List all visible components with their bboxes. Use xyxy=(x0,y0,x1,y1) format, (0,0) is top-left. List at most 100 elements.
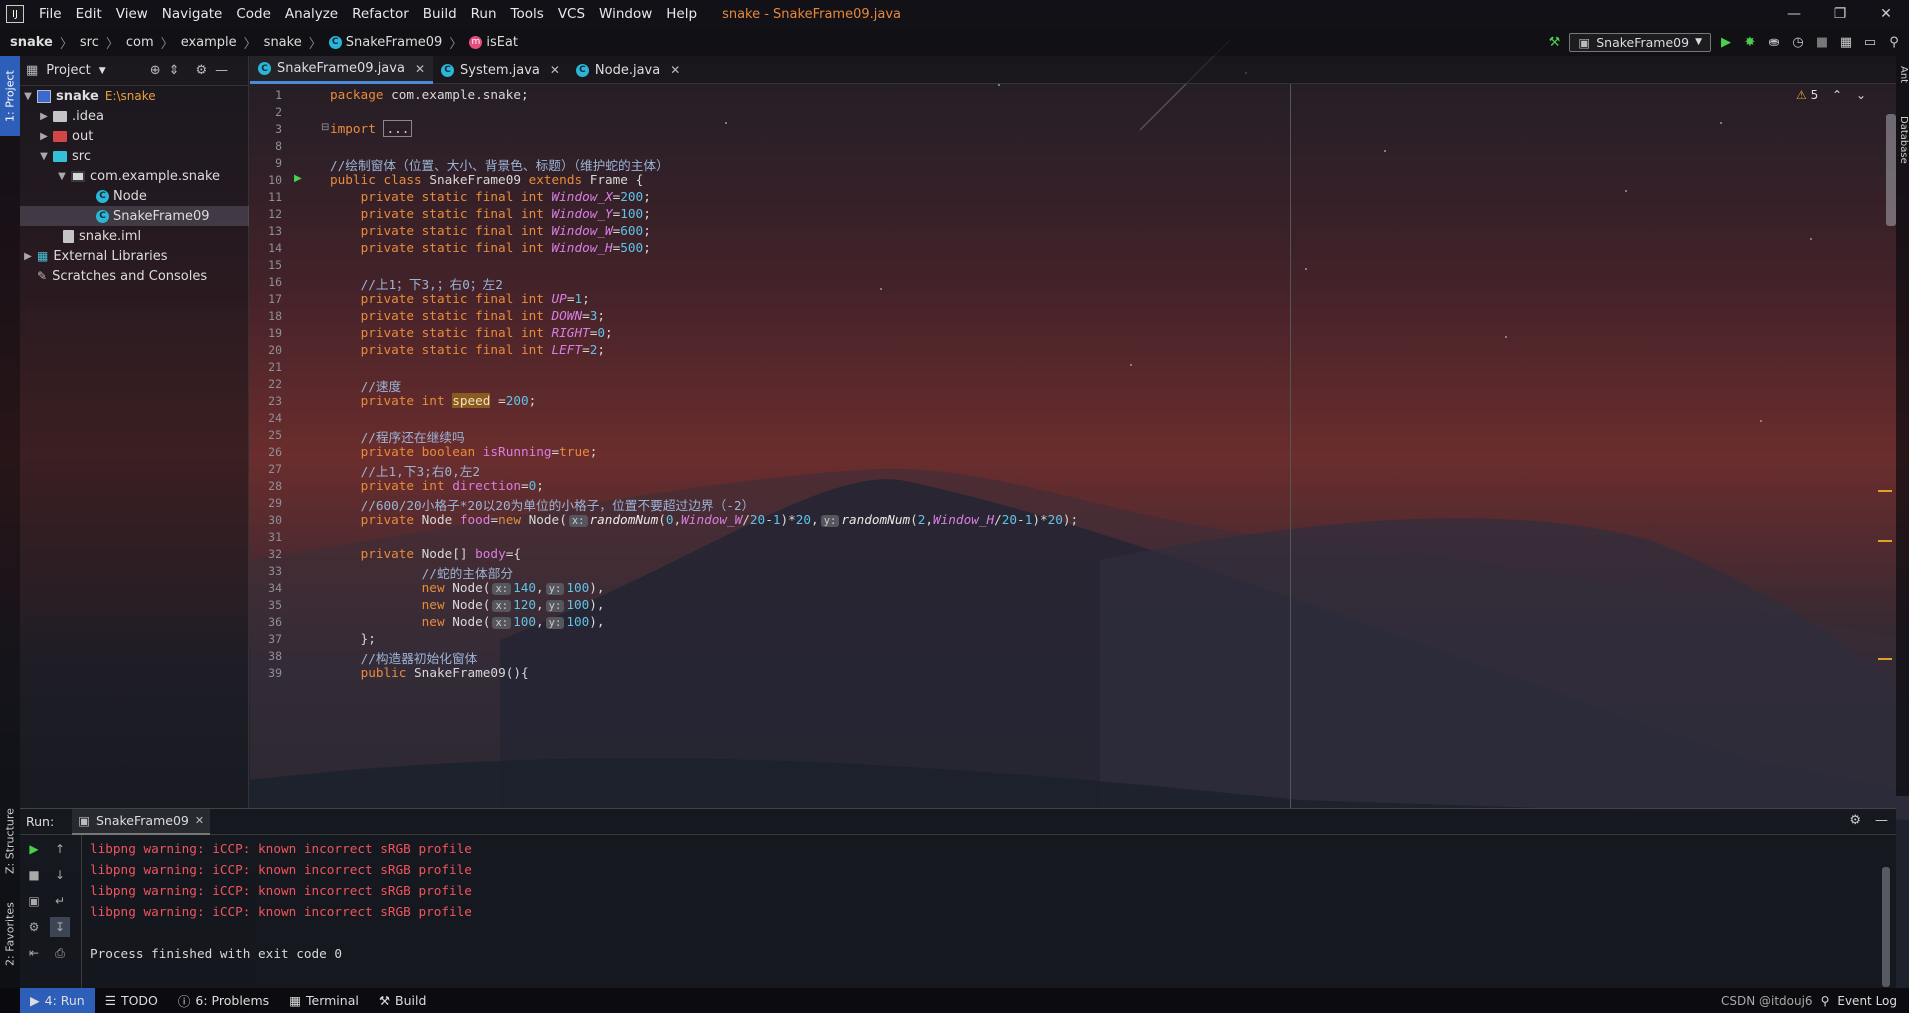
search-icon[interactable]: ⚲ xyxy=(1885,33,1903,51)
menu-tools[interactable]: Tools xyxy=(504,6,551,22)
tool-build[interactable]: ⚒ Build xyxy=(369,988,437,1013)
event-log-button[interactable]: Event Log xyxy=(1837,994,1897,1008)
close-icon[interactable]: ✕ xyxy=(670,63,680,77)
tab-snakeframe09[interactable]: C SnakeFrame09.java ✕ xyxy=(250,56,433,84)
breadcrumb-src[interactable]: src xyxy=(80,35,99,50)
chevron-down-icon[interactable]: ⌄ xyxy=(1856,88,1866,102)
hide-icon[interactable]: — xyxy=(1875,813,1888,828)
code-editor[interactable]: 1 2 3 8 9 10 11 12 13 14 15 16 17 18 19 … xyxy=(250,84,1896,808)
minimize-icon[interactable]: — xyxy=(1771,0,1817,28)
menu-window[interactable]: Window xyxy=(592,6,659,22)
tree-item-scratches[interactable]: ✎ Scratches and Consoles xyxy=(20,266,249,286)
print-icon[interactable]: ⎙ xyxy=(50,943,70,963)
settings-icon[interactable]: ⚙ xyxy=(24,917,44,937)
tool-run[interactable]: ▶ 4: Run xyxy=(20,988,95,1013)
menu-build[interactable]: Build xyxy=(416,6,464,22)
project-panel-title[interactable]: Project xyxy=(46,63,90,78)
inspection-widget[interactable]: ⚠ 5 ⌃ ⌄ xyxy=(1796,88,1866,102)
scroll-to-end-icon[interactable]: ↧ xyxy=(50,917,70,937)
camera-icon[interactable]: ▣ xyxy=(24,891,44,911)
tree-item-src[interactable]: ▼ src xyxy=(20,146,249,166)
tool-terminal[interactable]: ▦ Terminal xyxy=(279,988,369,1013)
tab-node[interactable]: C Node.java ✕ xyxy=(568,56,688,84)
run-configuration-select[interactable]: ▣ SnakeFrame09 ▼ xyxy=(1569,32,1711,52)
chevron-down-icon[interactable]: ▼ xyxy=(56,171,68,182)
run-tab-snakeframe09[interactable]: ▣ SnakeFrame09 ✕ xyxy=(72,808,211,835)
rerun-icon[interactable]: ▶ xyxy=(24,839,44,859)
breadcrumb-example[interactable]: example xyxy=(181,35,237,50)
menu-file[interactable]: File xyxy=(32,6,69,22)
chevron-right-icon[interactable]: ▶ xyxy=(22,251,34,262)
chevron-down-icon[interactable]: ▼ xyxy=(99,66,106,76)
tree-item-idea[interactable]: ▶ .idea xyxy=(20,106,249,126)
debug-icon[interactable]: ✸ xyxy=(1741,33,1759,51)
tree-item-snakeframe09[interactable]: C SnakeFrame09 xyxy=(20,206,249,226)
run-icon[interactable]: ▶ xyxy=(1717,33,1735,51)
tab-database[interactable]: Database xyxy=(1896,116,1909,164)
menu-help[interactable]: Help xyxy=(659,6,704,22)
breadcrumb-snake[interactable]: snake xyxy=(264,35,302,50)
chevron-right-icon[interactable]: ▶ xyxy=(38,131,50,142)
tab-project[interactable]: 1: Project xyxy=(0,56,20,136)
stop-icon[interactable]: ■ xyxy=(1813,33,1831,51)
chevron-right-icon[interactable]: ▶ xyxy=(38,111,50,122)
chevron-up-icon[interactable]: ⌃ xyxy=(1832,88,1842,102)
console-scrollbar[interactable] xyxy=(1882,867,1890,987)
chevron-down-icon[interactable]: ▼ xyxy=(38,151,50,162)
breadcrumb-class[interactable]: SnakeFrame09 xyxy=(346,35,443,50)
coverage-icon[interactable]: ⛂ xyxy=(1765,33,1783,51)
tree-item-external-libraries[interactable]: ▶ ▦ External Libraries xyxy=(20,246,249,266)
project-structure-icon[interactable]: ▦ xyxy=(1837,33,1855,51)
menu-view[interactable]: View xyxy=(109,6,155,22)
hide-icon[interactable]: — xyxy=(215,63,228,78)
locate-icon[interactable]: ⊕ xyxy=(150,63,161,78)
menu-navigate[interactable]: Navigate xyxy=(155,6,230,22)
menu-code[interactable]: Code xyxy=(229,6,278,22)
tree-item-node[interactable]: C Node xyxy=(20,186,249,206)
layout-icon[interactable]: ▭ xyxy=(1861,33,1879,51)
warning-icon: ⚠ xyxy=(1795,88,1807,102)
tab-structure[interactable]: Z: Structure xyxy=(0,796,20,886)
build-hammer-icon[interactable]: ⚒ xyxy=(1545,33,1563,51)
tree-item-out[interactable]: ▶ out xyxy=(20,126,249,146)
profile-icon[interactable]: ◷ xyxy=(1789,33,1807,51)
tree-item-package[interactable]: ▼ com.example.snake xyxy=(20,166,249,186)
menu-analyze[interactable]: Analyze xyxy=(278,6,345,22)
restore-icon[interactable]: ❐ xyxy=(1817,0,1863,28)
breadcrumb-project[interactable]: snake xyxy=(10,35,53,50)
chevron-down-icon[interactable]: ▼ xyxy=(22,91,34,102)
stop-icon[interactable]: ■ xyxy=(24,865,44,885)
breadcrumb-method[interactable]: isEat xyxy=(486,35,518,50)
menu-refactor[interactable]: Refactor xyxy=(345,6,416,22)
close-icon[interactable]: ✕ xyxy=(1863,0,1909,28)
console-line: libpng warning: iCCP: known incorrect sR… xyxy=(90,841,472,856)
gear-icon[interactable]: ⚙ xyxy=(196,63,208,78)
tree-item-root[interactable]: ▼ snake E:\snake xyxy=(20,86,249,106)
down-arrow-icon[interactable]: ↓ xyxy=(50,865,70,885)
editor-scrollbar[interactable] xyxy=(1886,114,1896,226)
close-icon[interactable]: ✕ xyxy=(550,63,560,77)
class-icon: C xyxy=(96,209,109,223)
tool-problems[interactable]: ⓘ 6: Problems xyxy=(168,988,279,1013)
breadcrumb-com[interactable]: com xyxy=(126,35,154,50)
close-icon[interactable]: ✕ xyxy=(195,814,204,827)
collapse-all-icon[interactable]: ⇕ xyxy=(169,63,180,78)
soft-wrap-icon[interactable]: ↵ xyxy=(50,891,70,911)
run-gutter-icon[interactable]: ▶ xyxy=(294,173,302,184)
close-icon[interactable]: ✕ xyxy=(415,62,425,76)
menu-vcs[interactable]: VCS xyxy=(551,6,592,22)
up-arrow-icon[interactable]: ↑ xyxy=(50,839,70,859)
warning-marker[interactable] xyxy=(1878,658,1892,660)
tab-favorites[interactable]: 2: Favorites xyxy=(0,894,20,974)
tab-system[interactable]: C System.java ✕ xyxy=(433,56,568,84)
tool-todo[interactable]: ☰ TODO xyxy=(95,988,168,1013)
tree-item-iml[interactable]: snake.iml xyxy=(20,226,249,246)
gear-icon[interactable]: ⚙ xyxy=(1849,813,1861,828)
menu-run[interactable]: Run xyxy=(464,6,504,22)
fold-icon[interactable]: ⊟ xyxy=(321,122,329,133)
menu-edit[interactable]: Edit xyxy=(69,6,109,22)
warning-marker[interactable] xyxy=(1878,540,1892,542)
warning-marker[interactable] xyxy=(1878,490,1892,492)
tab-ant[interactable]: Ant xyxy=(1896,66,1909,83)
exit-icon[interactable]: ⇤ xyxy=(24,943,44,963)
